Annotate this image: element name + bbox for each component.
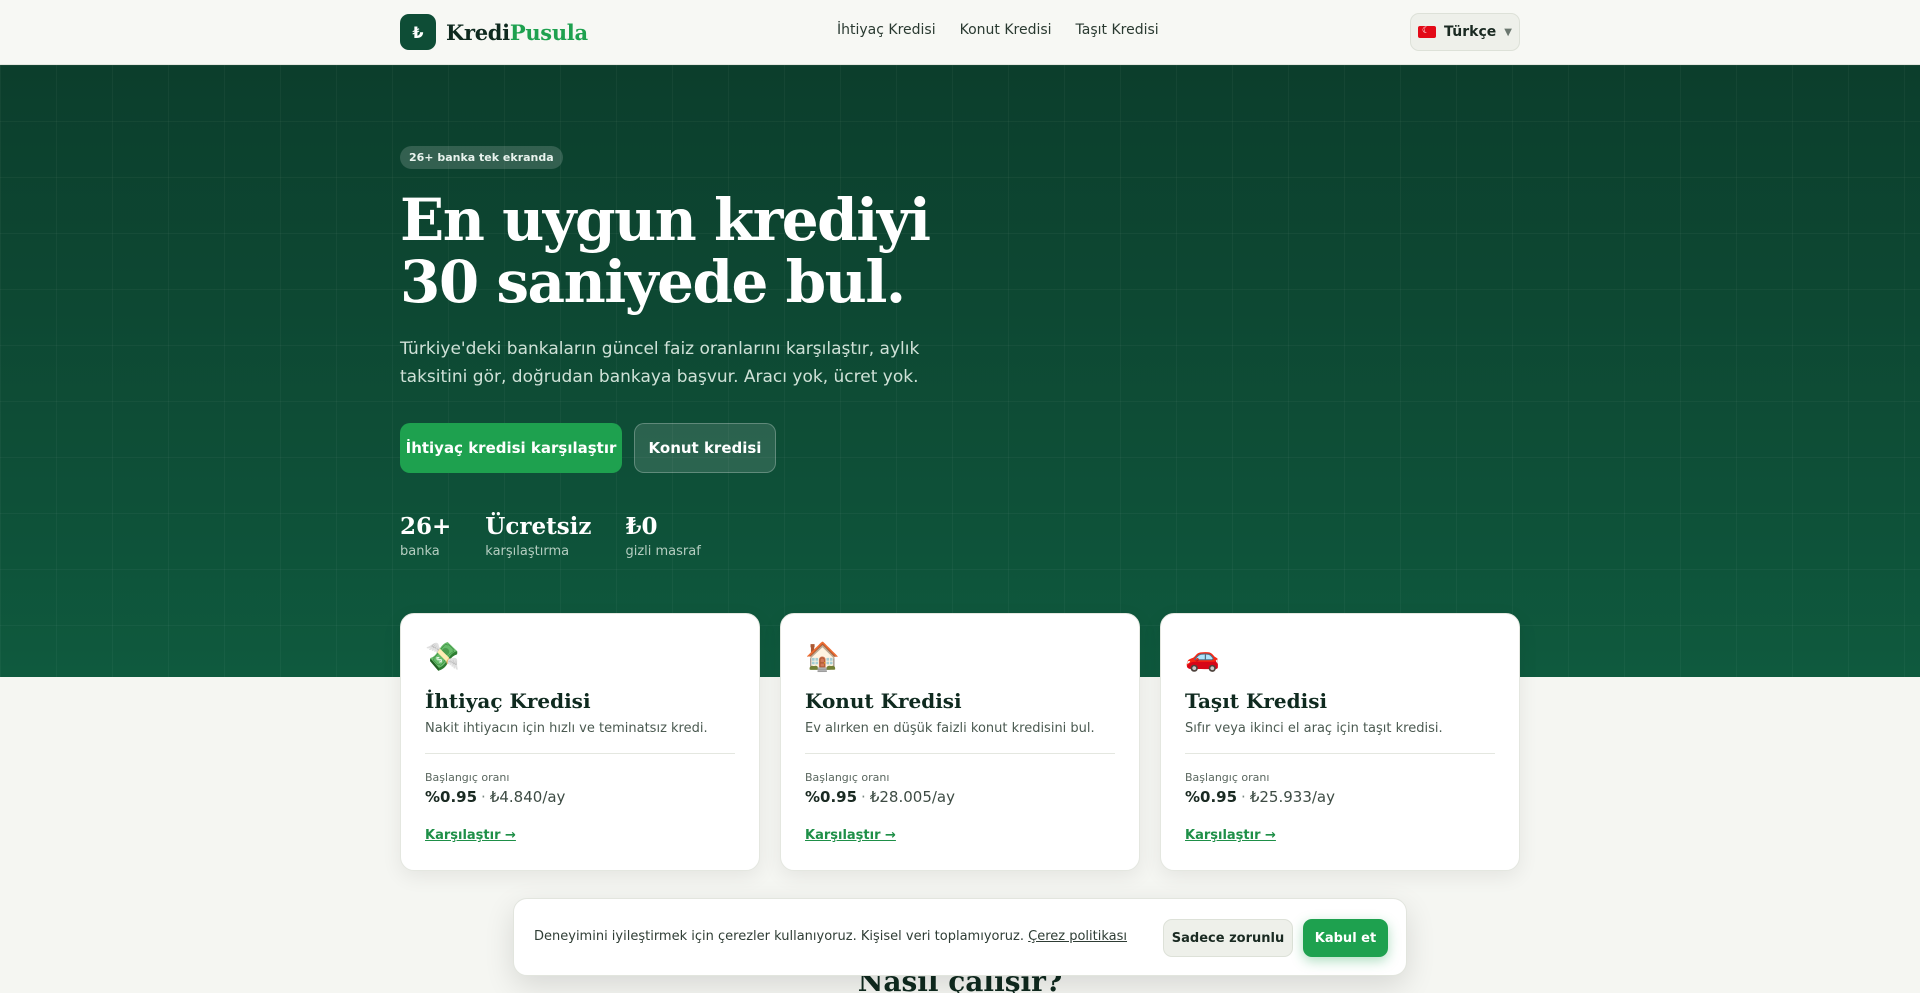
house-icon: 🏠 [805,640,840,673]
stat-free: Ücretsiz karşılaştırma [485,513,591,559]
hero-subhead: Türkiye'deki bankaların güncel faiz oran… [400,339,920,387]
hero-section: 26+ banka tek ekranda En uygun krediyi 3… [0,65,1920,677]
card-title: Taşıt Kredisi [1185,689,1328,713]
card-rate-value: %0.95 [425,788,478,806]
chevron-down-icon: ▼ [1504,26,1512,38]
cookie-policy-link[interactable]: Çerez politikası [1028,929,1127,944]
card-compare-link[interactable]: Karşılaştır → [1185,828,1276,843]
hero-badge: 26+ banka tek ekranda [400,146,563,169]
separator-dot: · [1241,788,1246,806]
card-tasit-kredisi[interactable]: 🚗 Taşıt Kredisi Sıfır veya ikinci el ara… [1160,613,1520,871]
accept-cookies-button[interactable]: Kabul et [1303,919,1388,957]
card-ihtiyac-kredisi[interactable]: 💸 İhtiyaç Kredisi Nakit ihtiyacın için h… [400,613,760,871]
separator-dot: · [861,788,866,806]
card-monthly-payment: ₺25.933/ay [1249,788,1335,806]
card-divider [425,753,735,754]
card-compare-link[interactable]: Karşılaştır → [805,828,896,843]
logo-text-main: Kredi [446,19,510,45]
main-nav: İhtiyaç Kredisi Konut Kredisi Taşıt Kred… [837,22,1159,38]
site-header: ₺ KrediPusula İhtiyaç Kredisi Konut Kred… [0,0,1920,65]
card-description: Nakit ihtiyacın için hızlı ve teminatsız… [425,721,708,736]
card-konut-kredisi[interactable]: 🏠 Konut Kredisi Ev alırken en düşük faiz… [780,613,1140,871]
hero-headline: En uygun krediyi 30 saniyede bul. [400,186,931,316]
card-rate-label: Başlangıç oranı [425,771,510,784]
card-title: Konut Kredisi [805,689,962,713]
stat-label: karşılaştırma [485,544,570,559]
stat-value: ₺0 [625,513,658,540]
card-compare-link[interactable]: Karşılaştır → [425,828,516,843]
nav-link-tasit[interactable]: Taşıt Kredisi [1076,22,1159,38]
cookie-text: Deneyimini iyileştirmek için çerezler ku… [534,929,1029,944]
stat-value: Ücretsiz [485,513,592,540]
hero-stats: 26+ banka Ücretsiz karşılaştırma ₺0 gizl… [400,513,701,559]
stat-label: gizli masraf [625,544,701,559]
loan-cards: 💸 İhtiyaç Kredisi Nakit ihtiyacın için h… [400,613,1520,871]
stat-value: 26+ [400,513,452,540]
stat-label: banka [400,544,440,559]
cookie-message: Deneyimini iyileştirmek için çerezler ku… [534,929,1127,944]
turkey-flag-icon [1418,25,1437,38]
nav-link-konut[interactable]: Konut Kredisi [960,22,1052,38]
card-rate-row: %0.95 · ₺4.840/ay [425,788,735,806]
cookie-banner: Deneyimini iyileştirmek için çerezler ku… [513,898,1407,976]
card-rate-value: %0.95 [1185,788,1238,806]
card-description: Sıfır veya ikinci el araç için taşıt kre… [1185,721,1443,736]
card-monthly-payment: ₺28.005/ay [869,788,955,806]
separator-dot: · [481,788,486,806]
card-rate-label: Başlangıç oranı [1185,771,1270,784]
card-divider [805,753,1115,754]
logo-text-accent: Pusula [509,19,588,45]
card-monthly-payment: ₺4.840/ay [489,788,566,806]
card-rate-label: Başlangıç oranı [805,771,890,784]
language-selector[interactable]: Türkçe ▼ [1410,13,1520,51]
card-rate-row: %0.95 · ₺28.005/ay [805,788,1115,806]
logo-wordmark: KrediPusula [446,20,588,45]
stat-hidden-fee: ₺0 gizli masraf [625,513,700,559]
card-description: Ev alırken en düşük faizli konut kredisi… [805,721,1095,736]
card-divider [1185,753,1495,754]
money-icon: 💸 [425,640,460,673]
card-rate-value: %0.95 [805,788,858,806]
logo-lira-icon: ₺ [400,14,436,50]
compare-ihtiyac-button[interactable]: İhtiyaç kredisi karşılaştır [400,423,622,473]
car-icon: 🚗 [1185,640,1220,673]
necessary-only-button[interactable]: Sadece zorunlu [1163,919,1293,957]
logo[interactable]: ₺ KrediPusula [400,14,588,50]
card-title: İhtiyaç Kredisi [425,689,591,713]
language-label: Türkçe [1444,24,1497,40]
card-rate-row: %0.95 · ₺25.933/ay [1185,788,1495,806]
nav-link-ihtiyac[interactable]: İhtiyaç Kredisi [837,22,936,38]
konut-kredisi-button[interactable]: Konut kredisi [634,423,776,473]
stat-banks: 26+ banka [400,513,451,559]
